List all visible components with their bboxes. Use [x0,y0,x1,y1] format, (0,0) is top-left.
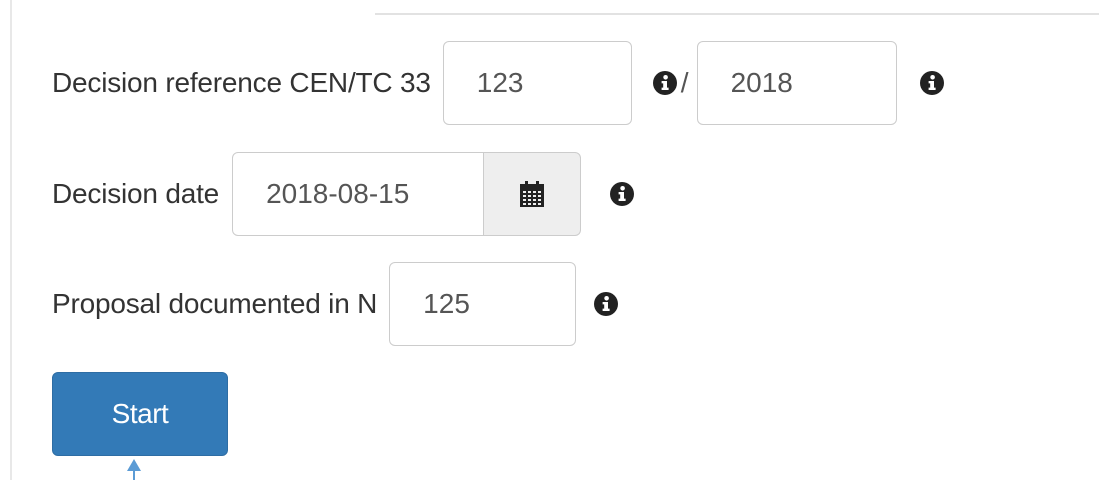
left-border [10,0,12,480]
calendar-icon [520,181,545,207]
arrow-cursor-icon [127,459,141,480]
decision-reference-number-value: 123 [476,67,524,98]
proposal-info-icon[interactable] [594,292,619,316]
decision-reference-year-value: 2018 [730,67,793,98]
start-button-label: Start [111,398,169,429]
decision-date-input[interactable]: 2018-08-15 [232,152,485,236]
decision-date-info-icon[interactable] [610,182,635,206]
proposal-label: Proposal documented in N [52,288,378,319]
decision-reference-year-input[interactable]: 2018 [696,41,897,125]
start-button[interactable]: Start [52,372,228,456]
proposal-input[interactable]: 125 [389,262,577,346]
decision-date-value: 2018-08-15 [266,178,410,209]
top-divider [375,13,1099,15]
decision-reference-row: Decision reference CEN/TC 33 123 / 2018 [52,41,944,125]
proposal-row: Proposal documented in N 125 [52,262,619,346]
decision-reference-year-info-icon[interactable] [919,71,944,95]
decision-reference-label: Decision reference CEN/TC 33 [52,67,431,98]
page: Decision reference CEN/TC 33 123 / 2018 … [0,0,1099,480]
decision-reference-number-input[interactable]: 123 [442,41,632,125]
decision-date-row: Decision date 2018-08-15 [52,152,635,236]
decision-date-group: 2018-08-15 [232,152,582,236]
decision-reference-number-info-icon[interactable] [652,71,677,95]
proposal-value: 125 [423,288,470,319]
calendar-button[interactable] [484,152,582,236]
decision-date-label: Decision date [52,178,220,209]
reference-separator: / [680,67,689,98]
